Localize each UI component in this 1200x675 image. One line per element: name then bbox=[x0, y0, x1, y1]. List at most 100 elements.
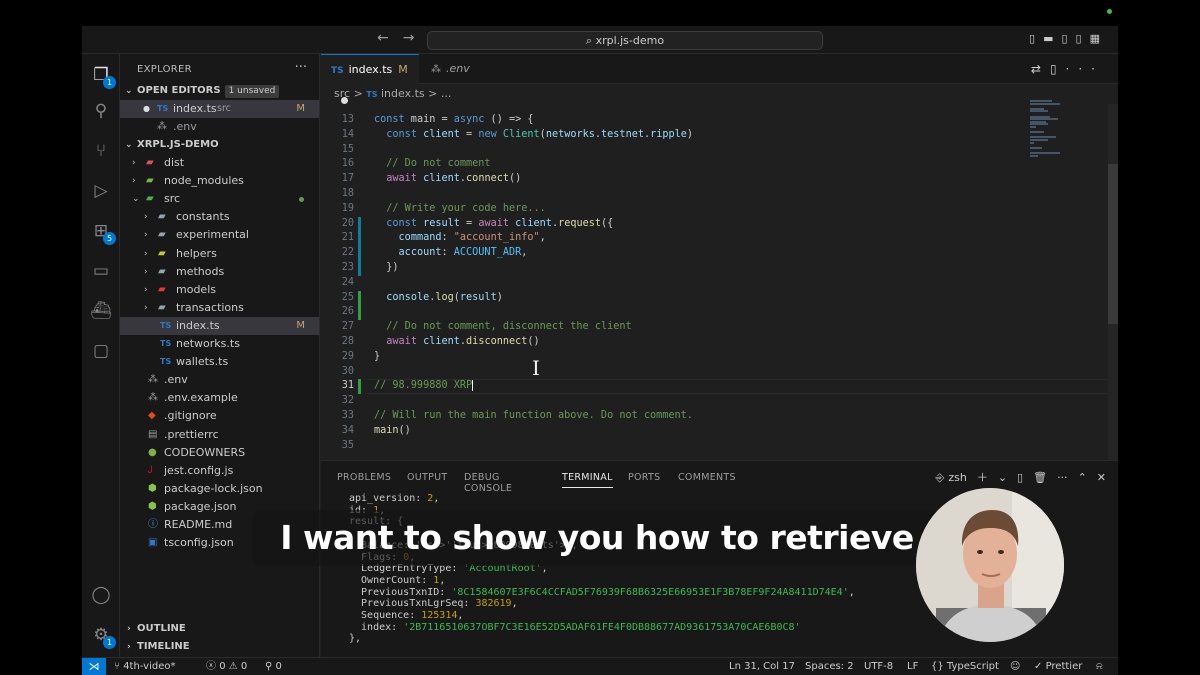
terminal-line: Sequence: 125314, bbox=[349, 610, 464, 621]
ports-icon: ⚲ bbox=[265, 661, 276, 672]
notifications-bell-icon[interactable]: ⍾ bbox=[1096, 658, 1103, 675]
forward-arrow-icon[interactable]: → bbox=[403, 30, 415, 46]
file-item[interactable]: Ꭻjest.config.js bbox=[120, 462, 319, 480]
trash-icon[interactable]: 🗑 bbox=[1033, 471, 1047, 484]
indentation[interactable]: Spaces: 2 bbox=[805, 658, 854, 675]
more-actions-icon[interactable]: ··· bbox=[295, 60, 307, 75]
more-actions-icon[interactable]: ··· bbox=[1057, 471, 1068, 484]
terminal-icon: ⎆ bbox=[935, 471, 945, 484]
editor-actions[interactable]: ⇄▯··· bbox=[1031, 62, 1104, 76]
split-terminal-icon[interactable]: ▯ bbox=[1017, 471, 1023, 484]
scrollbar-thumb[interactable] bbox=[1108, 164, 1118, 324]
presenter-figure bbox=[916, 488, 1064, 642]
minimap-line bbox=[1030, 110, 1048, 113]
folder-item[interactable]: › ▰ node_modules bbox=[120, 172, 319, 190]
line-number: 24 bbox=[341, 276, 354, 288]
breadcrumb-symbol[interactable]: > ... bbox=[428, 87, 451, 100]
maximize-panel-icon[interactable]: ⌃ bbox=[1078, 471, 1087, 484]
warning-icon: ⚠ bbox=[228, 661, 238, 672]
folder-item[interactable]: › ▰ models bbox=[120, 281, 319, 299]
chevron-down-icon: ⌄ bbox=[125, 86, 133, 96]
file-item[interactable]: ⁂ .env bbox=[120, 371, 319, 389]
minimap-line bbox=[1030, 126, 1036, 128]
timeline-section[interactable]: › TIMELINE bbox=[120, 638, 319, 656]
explorer-title: EXPLORER bbox=[137, 64, 192, 75]
folder-item[interactable]: › ▰ experimental bbox=[120, 226, 319, 244]
file-item[interactable]: ● CODEOWNERS bbox=[120, 444, 319, 462]
tab-index-ts[interactable]: TS index.ts M bbox=[321, 54, 419, 104]
chevron-down-icon[interactable]: ⌄ bbox=[998, 471, 1007, 484]
tab-label: index.ts bbox=[348, 63, 393, 76]
code-line: await client.connect() bbox=[386, 173, 522, 185]
chat-icon[interactable]: ▢ bbox=[90, 340, 112, 362]
code-editor[interactable]: 13 const main = async () => {14 const cli… bbox=[321, 106, 1111, 460]
remote-explorer-icon[interactable]: ▭ bbox=[90, 260, 112, 282]
line-number: 20 bbox=[341, 217, 354, 229]
file-item[interactable]: ⁂ .env.example bbox=[120, 389, 319, 407]
folder-item[interactable]: › ▰ methods bbox=[120, 263, 319, 281]
breadcrumb: src > TS index.ts > ... bbox=[321, 84, 1118, 104]
close-panel-icon[interactable]: ✕ bbox=[1097, 471, 1106, 484]
folder-item[interactable]: › ▰ dist bbox=[120, 154, 319, 172]
outline-section[interactable]: › OUTLINE bbox=[120, 620, 319, 638]
code-line: command: "account_info", bbox=[398, 232, 546, 244]
account-icon[interactable]: ◯ bbox=[90, 584, 112, 606]
editor-scrollbar[interactable] bbox=[1108, 104, 1118, 460]
project-section[interactable]: ⌄ XRPL.JS-DEMO bbox=[120, 136, 319, 154]
branch-status[interactable]: ⑂ 4th-video* bbox=[114, 658, 175, 675]
file-item[interactable]: ◆ .gitignore bbox=[120, 407, 319, 425]
layout-controls[interactable]: ▯▬▯▯▦ bbox=[1029, 32, 1108, 45]
add-terminal-icon[interactable]: ＋ bbox=[977, 471, 988, 484]
title-bar: ← → ⌕ xrpl.js-demo ▯▬▯▯▦ bbox=[82, 26, 1118, 54]
folder-item[interactable]: › ▰ helpers bbox=[120, 245, 319, 263]
breadcrumb-folder[interactable]: src bbox=[334, 87, 350, 100]
open-editor-item[interactable]: ● TS index.ts src M bbox=[120, 100, 319, 118]
folder-item[interactable]: › ▰ constants bbox=[120, 208, 319, 226]
line-ending[interactable]: LF bbox=[907, 658, 918, 675]
panel-tab-ports[interactable]: PORTS bbox=[628, 472, 660, 483]
back-arrow-icon[interactable]: ← bbox=[377, 30, 389, 46]
file-item[interactable]: ⬢ package-lock.json bbox=[120, 480, 319, 498]
open-editor-item[interactable]: ⁂ .env bbox=[120, 118, 319, 136]
copilot-icon[interactable]: ☺ bbox=[1010, 658, 1020, 675]
language-mode[interactable]: {} TypeScript bbox=[931, 658, 999, 675]
panel-tab-problems[interactable]: PROBLEMS bbox=[337, 472, 391, 483]
line-number: 29 bbox=[341, 350, 354, 362]
panel-tab-output[interactable]: OUTPUT bbox=[407, 472, 448, 483]
tab-env[interactable]: ⁂ .env bbox=[421, 54, 491, 84]
file-item[interactable]: ▤ .prettierrc bbox=[120, 426, 319, 444]
command-center-search[interactable]: ⌕ xrpl.js-demo bbox=[427, 31, 823, 50]
env-file-icon: ⁂ bbox=[431, 64, 441, 75]
panel-tab-terminal[interactable]: TERMINAL bbox=[562, 472, 613, 488]
docker-icon[interactable]: ⛴ bbox=[90, 300, 112, 322]
warning-count: 0 bbox=[240, 661, 248, 672]
open-editors-section[interactable]: ⌄ OPEN EDITORS 1 unsaved bbox=[120, 82, 319, 100]
shell-name[interactable]: zsh bbox=[948, 471, 966, 484]
encoding[interactable]: UTF-8 bbox=[864, 658, 893, 675]
text-cursor-icon: I bbox=[532, 356, 540, 380]
panel-tab-comments[interactable]: COMMENTS bbox=[678, 472, 736, 483]
file-label: index.ts bbox=[173, 102, 217, 115]
modified-badge: M bbox=[398, 63, 408, 76]
breadcrumb-file[interactable]: index.ts bbox=[381, 87, 425, 100]
tree-label: CODEOWNERS bbox=[164, 445, 246, 459]
ports-status[interactable]: ⚲ 0 bbox=[265, 658, 282, 675]
folder-item[interactable]: ⌄ ▰ src bbox=[120, 190, 319, 208]
file-item[interactable]: TS index.ts M bbox=[120, 316, 319, 335]
search-icon[interactable]: ⚲ bbox=[90, 100, 112, 122]
problems-status[interactable]: ⓧ 0 ⚠ 0 bbox=[206, 658, 247, 675]
folder-item[interactable]: › ▰ transactions bbox=[120, 299, 319, 317]
open-editors-label: OPEN EDITORS bbox=[137, 85, 221, 96]
minimap[interactable] bbox=[1026, 100, 1108, 160]
source-control-icon[interactable]: ⑂ bbox=[90, 140, 112, 162]
minimap-line bbox=[1030, 146, 1042, 149]
panel-tab-debug-console[interactable]: DEBUG CONSOLE bbox=[464, 472, 512, 494]
formatter-status[interactable]: ✓ Prettier bbox=[1034, 658, 1082, 675]
cursor-position[interactable]: Ln 31, Col 17 bbox=[729, 658, 795, 675]
remote-indicator-icon[interactable]: ⋊ bbox=[82, 658, 106, 675]
file-item[interactable]: TS networks.ts bbox=[120, 335, 319, 353]
run-debug-icon[interactable]: ▷ bbox=[90, 180, 112, 202]
folder-icon: ▰ bbox=[158, 229, 166, 241]
file-item[interactable]: TS wallets.ts bbox=[120, 353, 319, 371]
folder-icon: ▰ bbox=[146, 175, 154, 187]
